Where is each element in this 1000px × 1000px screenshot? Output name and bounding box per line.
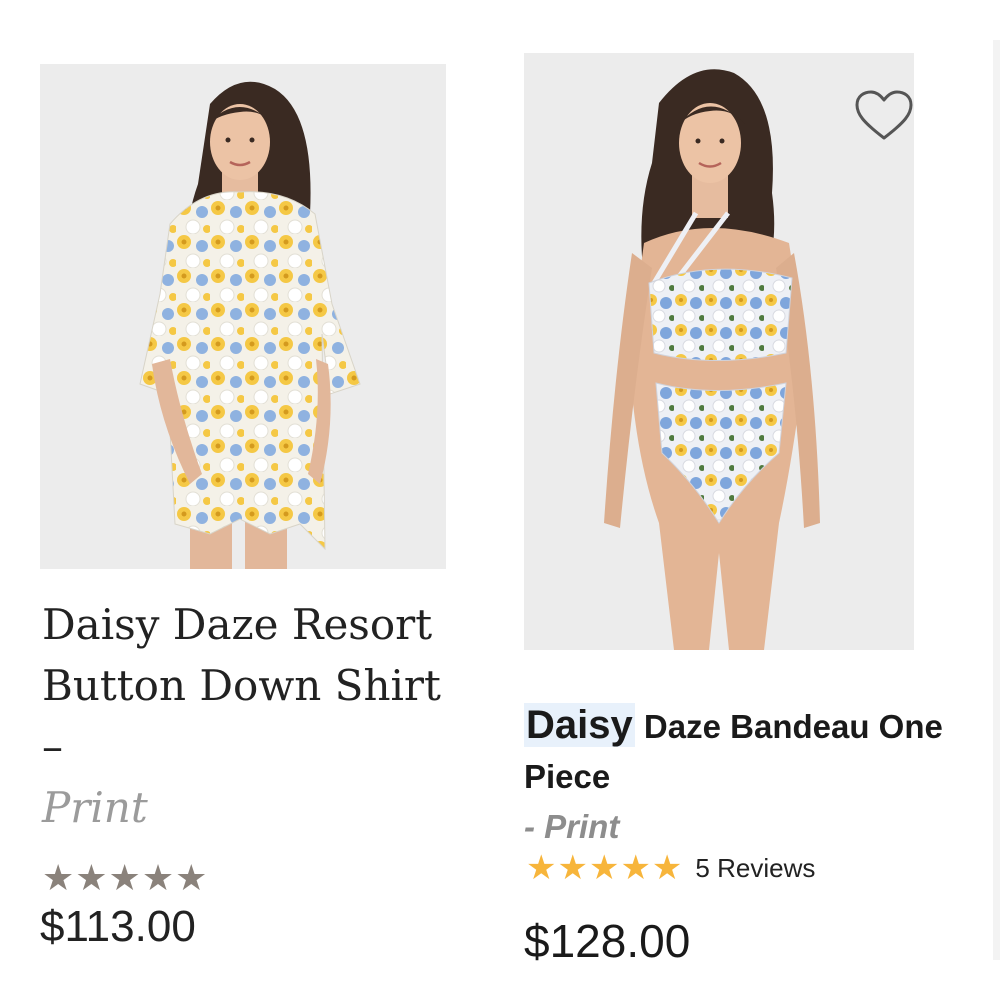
search-highlight[interactable]: Daisy bbox=[524, 703, 635, 747]
product-grid: Daisy Daze Resort Button Down Shirt – Pri… bbox=[0, 0, 1000, 1000]
product-variant: - Print bbox=[524, 808, 620, 845]
product-title-shirt[interactable]: Daisy Daze Resort Button Down Shirt – Pri… bbox=[42, 594, 462, 838]
rating-stars: ★★★★★ bbox=[526, 848, 684, 888]
product-image-shirt[interactable] bbox=[40, 64, 446, 569]
product-price: $113.00 bbox=[40, 902, 196, 951]
product-title-one-piece[interactable]: Daisy Daze Bandeau One Piece - Print bbox=[524, 700, 974, 852]
rating-row[interactable]: ★★★★★ 5 Reviews bbox=[526, 848, 815, 888]
product-title-text[interactable]: Daisy Daze Resort Button Down Shirt – bbox=[42, 600, 441, 771]
wishlist-button[interactable] bbox=[853, 88, 915, 144]
review-count-link[interactable]: 5 Reviews bbox=[695, 853, 815, 883]
product-variant: Print bbox=[42, 783, 148, 832]
model-illustration-shirt bbox=[139, 81, 361, 569]
rating-stars: ★★★★★ bbox=[42, 858, 209, 899]
product-price: $128.00 bbox=[524, 915, 691, 967]
next-product-card-edge bbox=[993, 40, 1000, 960]
heart-outline-icon bbox=[855, 90, 913, 140]
